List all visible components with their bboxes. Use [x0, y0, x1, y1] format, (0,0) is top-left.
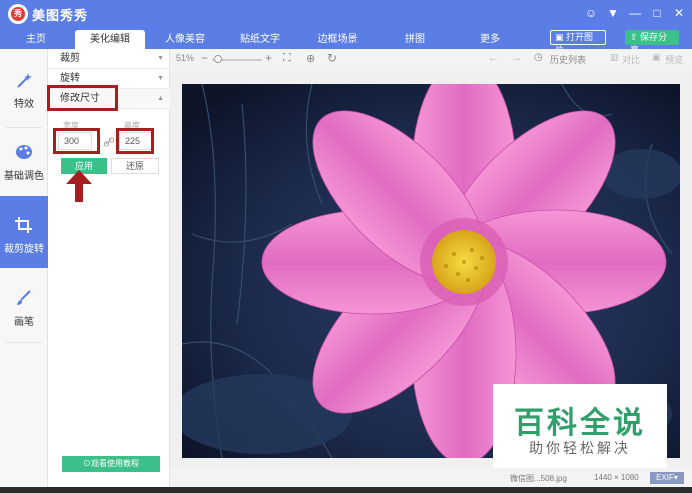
annotation-box-width — [53, 128, 100, 154]
preview-label[interactable]: 预览 — [665, 53, 683, 66]
chevron-down-icon: ▼ — [157, 75, 164, 82]
watch-tutorial-button[interactable]: ⊙观看使用教程 — [62, 456, 160, 472]
sidenav-label-crop-rotate: 裁剪旋转 — [4, 244, 44, 255]
preview-icon: ▣ — [652, 52, 661, 62]
menu-icon[interactable]: ▼ — [606, 4, 620, 22]
history-list-label[interactable]: 历史列表 — [550, 53, 586, 66]
zoom-out-icon[interactable]: − — [201, 51, 208, 65]
tab-frame-scene[interactable]: 边框场景 — [300, 30, 375, 49]
sidenav-label-basic-color: 基础调色 — [4, 171, 44, 182]
sidenav-item-basic-color[interactable]: 基础调色 — [0, 143, 48, 193]
tab-collage[interactable]: 拼图 — [380, 30, 450, 49]
status-filename: 微信图...508.jpg — [510, 474, 567, 483]
taskbar-strip — [0, 487, 692, 493]
window-controls: ☺ ▼ — □ ✕ — [584, 4, 686, 22]
redo-icon[interactable]: → — [511, 52, 522, 64]
chevron-down-icon: ▼ — [157, 55, 164, 62]
canvas-toolbar: 51% − + ⛶ ⊕ ↻ ← → ◷ 历史列表 ▥ 对比 ▣ 预览 — [170, 49, 692, 71]
rotate-icon[interactable]: ↻ — [327, 51, 337, 65]
fit-screen-icon[interactable]: ⛶ — [283, 52, 291, 65]
watermark-subtitle: 助你轻松解决 — [529, 441, 631, 457]
actual-size-icon[interactable]: ⊕ — [306, 52, 315, 65]
compare-icon: ▥ — [610, 52, 619, 62]
history-icon[interactable]: ◷ — [534, 52, 543, 63]
annotation-arrow-icon — [66, 170, 92, 202]
main-tab-bar: 主页 美化编辑 人像美容 贴纸文字 边框场景 拼图 更多 ▣ 打开图片 ⇪ 保存… — [0, 27, 692, 55]
tab-sticker-text[interactable]: 贴纸文字 — [225, 30, 295, 49]
palette-icon — [16, 145, 32, 159]
chat-icon[interactable]: ☺ — [584, 4, 598, 22]
app-logo: 秀 — [8, 4, 28, 24]
app-logo-mark: 秀 — [11, 7, 25, 21]
reset-button[interactable]: 还原 — [111, 158, 159, 174]
sidenav-item-brush[interactable]: 画笔 — [0, 289, 48, 339]
exif-label: EXIF — [656, 473, 674, 482]
crop-icon — [15, 217, 32, 233]
watermark: 百科全说 助你轻松解决 — [493, 384, 667, 468]
close-icon[interactable]: ✕ — [672, 4, 686, 22]
exif-button[interactable]: EXIF▾ — [650, 472, 684, 484]
zoom-level: 51% — [176, 53, 195, 63]
undo-icon[interactable]: ← — [488, 52, 499, 64]
compare-label[interactable]: 对比 — [622, 53, 640, 66]
sidenav-item-effects[interactable]: 特效 — [0, 67, 48, 123]
sidenav-label-brush: 画笔 — [14, 317, 34, 328]
accordion-rotate-label: 旋转 — [60, 73, 80, 84]
watermark-title: 百科全说 — [514, 406, 646, 441]
brush-icon — [17, 290, 31, 305]
tab-home[interactable]: 主页 — [4, 30, 68, 49]
zoom-slider-handle[interactable] — [214, 55, 222, 63]
annotation-box-resize — [47, 85, 118, 111]
watch-tutorial-label: 观看使用教程 — [91, 459, 139, 468]
status-dimensions: 1440 × 1080 — [594, 473, 639, 482]
app-title: 美图秀秀 — [32, 8, 89, 23]
zoom-in-icon[interactable]: + — [265, 51, 272, 65]
sidenav-item-crop-rotate[interactable]: 裁剪旋转 — [0, 196, 48, 268]
side-nav: 特效 基础调色 裁剪旋转 画笔 — [0, 49, 48, 487]
accordion-crop-label: 裁剪 — [60, 53, 80, 64]
nav-divider — [6, 127, 42, 128]
accordion-crop[interactable]: 裁剪 ▼ — [48, 49, 170, 69]
open-image-button[interactable]: ▣ 打开图片 — [550, 30, 606, 55]
maximize-icon[interactable]: □ — [650, 4, 664, 22]
link-icon[interactable] — [104, 137, 114, 147]
sidenav-label-effects: 特效 — [14, 99, 34, 110]
minimize-icon[interactable]: — — [628, 4, 642, 22]
tab-more[interactable]: 更多 — [455, 30, 525, 49]
magic-wand-icon — [17, 73, 32, 88]
tools-panel: 裁剪 ▼ 旋转 ▼ 修改尺寸 ▲ — [48, 49, 170, 487]
status-bar: 微信图...508.jpg 1440 × 1080 EXIF▾ — [170, 468, 692, 487]
annotation-box-height — [116, 128, 154, 154]
nav-divider — [6, 342, 42, 343]
tab-portrait[interactable]: 人像美容 — [150, 30, 220, 49]
title-bar: 秀 美图秀秀 ☺ ▼ — □ ✕ — [0, 0, 692, 27]
chevron-up-icon: ▲ — [157, 95, 164, 102]
tab-beautify-edit[interactable]: 美化编辑 — [75, 30, 145, 49]
save-share-button[interactable]: ⇪ 保存分享 — [625, 30, 679, 55]
